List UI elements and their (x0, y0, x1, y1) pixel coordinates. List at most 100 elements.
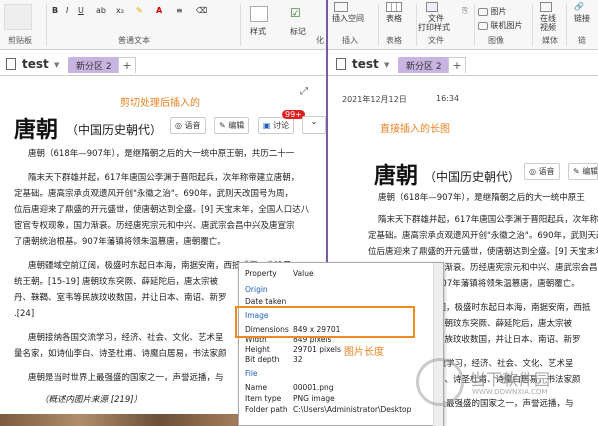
watermark-text: 当下软件园 (470, 370, 551, 389)
annotation-image-length: 图片长度 (344, 347, 384, 358)
value-column-header[interactable]: Value (293, 269, 314, 278)
online-picture-button[interactable]: 联机图片 (478, 20, 523, 31)
height-value: 29701 pixels (293, 345, 341, 354)
online-video-button-line2[interactable]: 视频 (540, 22, 556, 33)
paragraph-line: 统王朝。[15-19] 唐朝玟东突厥、薛延陀后，唐太宗被 (14, 277, 219, 287)
annotation-clipped: 剪切处理后插入的 (120, 98, 200, 109)
right-tabbar: test ▼ 新分区 2 + (328, 54, 598, 76)
page-subtitle: （中国历史朝代） (66, 123, 163, 137)
styles-icon[interactable] (250, 6, 268, 22)
ribbon-separator (566, 4, 567, 46)
collapse-icon[interactable]: ⌄ (302, 116, 326, 134)
dimensions-highlight-box (235, 306, 415, 338)
bold-icon[interactable]: B (52, 6, 58, 15)
table-icon[interactable] (386, 2, 402, 12)
align-icon[interactable]: ≡ (176, 6, 183, 15)
page-date: 2021年12月12日 (342, 95, 407, 104)
insert-space-icon[interactable] (334, 2, 348, 12)
discuss-label: 讨论 (273, 121, 290, 130)
comment-icon: ▣ (263, 121, 274, 130)
file-properties-panel: Property Value Origin Date taken Image D… (238, 262, 444, 426)
watermark-logo-icon (416, 358, 464, 406)
paragraph-line: 量名家，如诗仙李白、诗圣杜甫、诗魔白居易，书法家颜 (14, 349, 227, 359)
chevron-down-icon[interactable]: ▼ (54, 61, 59, 69)
file-section: File (245, 369, 258, 378)
underline-icon[interactable]: U (78, 6, 84, 15)
edit-button[interactable]: ✎ 编辑 (568, 163, 598, 180)
add-section-button[interactable]: + (118, 57, 136, 73)
images-group-label: 图像 (488, 36, 504, 45)
page-time: 16:34 (436, 94, 460, 103)
strikethrough-icon[interactable]: ab (96, 6, 106, 15)
paragraph-line: 位后唐迎来了鼎盛的开元盛世，使唐朝达到全盛。[9] 天宝末年，全国人口达八 (14, 205, 310, 215)
paragraph-line: 了唐朝统治根基。907年藩镇将领朱温篡唐，唐朝覆亡。 (14, 237, 226, 247)
name-label: Name (245, 383, 268, 392)
insert-space-button[interactable]: 插入空间 (332, 13, 364, 24)
ribbon-cut-label: 化 (316, 36, 324, 45)
ribbon-separator (46, 4, 47, 46)
file-group-label: 文件 (428, 36, 444, 45)
picture-button[interactable]: 图片 (478, 6, 507, 17)
edit-button[interactable]: ✎ 编辑 (214, 117, 250, 134)
page-title: 唐朝 (374, 163, 419, 189)
file-printout-icon[interactable] (426, 2, 438, 12)
highlight-icon[interactable]: ✎ (136, 6, 143, 15)
add-section-button[interactable]: + (448, 57, 466, 73)
paragraph-line: .[24] (14, 309, 35, 319)
clear-format-icon[interactable]: ⌫ (196, 6, 207, 15)
link-icon[interactable]: 🔗 (574, 2, 584, 11)
ribbon-separator (240, 4, 241, 46)
subscript-icon[interactable]: x₂ (116, 6, 124, 15)
tag-icon[interactable]: ☑ (290, 6, 301, 20)
media-group-label: 媒体 (542, 36, 558, 45)
attach-icon[interactable]: ⎘ (462, 6, 468, 16)
notebook-name[interactable]: test (352, 57, 379, 71)
italic-icon[interactable]: I (66, 6, 68, 15)
origin-section: Origin (245, 285, 268, 294)
bit-depth-label: Bit depth (245, 355, 280, 364)
styles-button[interactable]: 样式 (250, 26, 266, 37)
folder-path-value: C:\Users\Administrator\Desktop (293, 405, 412, 414)
table-button[interactable]: 表格 (386, 13, 402, 24)
paste-icon[interactable] (4, 4, 32, 30)
expand-icon[interactable]: ⤢ (300, 86, 308, 97)
watermark-subtext: WWW.DOWNXIA.COM (472, 388, 548, 396)
paragraph-line: 定基础。唐高宗承贞观遗风开创"永徽之治"。690年，武则天改国 (368, 231, 598, 241)
name-value: 00001.png (293, 383, 334, 392)
property-column-header[interactable]: Property (245, 269, 277, 278)
ribbon-separator (378, 4, 379, 46)
paragraph-line: 宦官专权现象，国力渐衰。历经唐宪宗元和中兴、唐武宗会昌中兴及唐宣宗 (14, 221, 295, 231)
page-subtitle: （中国历史朝代） (424, 170, 521, 184)
online-video-icon[interactable] (540, 2, 552, 12)
edit-label: 编辑 (228, 121, 245, 130)
page-title: 唐朝 (14, 117, 59, 143)
audio-button[interactable]: ◎ 语音 (170, 117, 206, 134)
notebook-name[interactable]: test (22, 57, 49, 71)
tab-section-2[interactable]: 新分区 2 (68, 57, 120, 73)
height-label: Height (245, 345, 270, 354)
right-ribbon: 插入空间 插入 表格 表格 文件 打印样式 文件 ⎘ 图片 联机图片 图像 在线… (328, 0, 598, 50)
item-type-value: PNG image (293, 394, 335, 403)
tab-section-2[interactable]: 新分区 2 (398, 57, 450, 73)
audio-icon: ◎ (529, 167, 539, 176)
audio-icon: ◎ (175, 121, 185, 130)
discuss-button[interactable]: ▣ 讨论 (258, 117, 295, 134)
file-printout-button-line2[interactable]: 打印样式 (418, 22, 450, 33)
folder-path-label: Folder path (245, 405, 288, 414)
font-color-icon[interactable]: A (156, 6, 162, 15)
left-ribbon: 剪贴板 B I U ab x₂ ✎ A ≡ ⌫ 普通文本 样式 ☑ 标记 化 (0, 0, 326, 50)
audio-label: 语音 (538, 167, 555, 176)
notebook-icon (336, 58, 346, 70)
paragraph-line: 定基础。唐高宗承贞观遗风开创"永徽之治"。690年，武则天改国号为周， (14, 189, 294, 199)
online-picture-icon (478, 21, 488, 30)
online-picture-label: 联机图片 (490, 21, 523, 30)
paragraph-line: 隋末天下群雄并起，617年唐国公李渊于晋阳起兵，次年称帝建立唐朝， (28, 173, 300, 183)
tags-button[interactable]: 标记 (290, 26, 306, 37)
annotation-direct-insert: 直接插入的长图 (380, 124, 450, 135)
link-button[interactable]: 链接 (574, 13, 590, 24)
audio-button[interactable]: ◎ 语音 (524, 163, 560, 180)
paragraph-line: 隋末天下群雄并起，617年唐国公李渊于晋阳起兵，次年称帝建 (378, 215, 598, 225)
paragraph-line: 唐朝（618年—907年），是继隋朝之后的大一统中原王朝，共历二十一 (28, 149, 295, 159)
chevron-down-icon[interactable]: ▼ (384, 61, 389, 69)
date-taken-label: Date taken (245, 297, 287, 306)
